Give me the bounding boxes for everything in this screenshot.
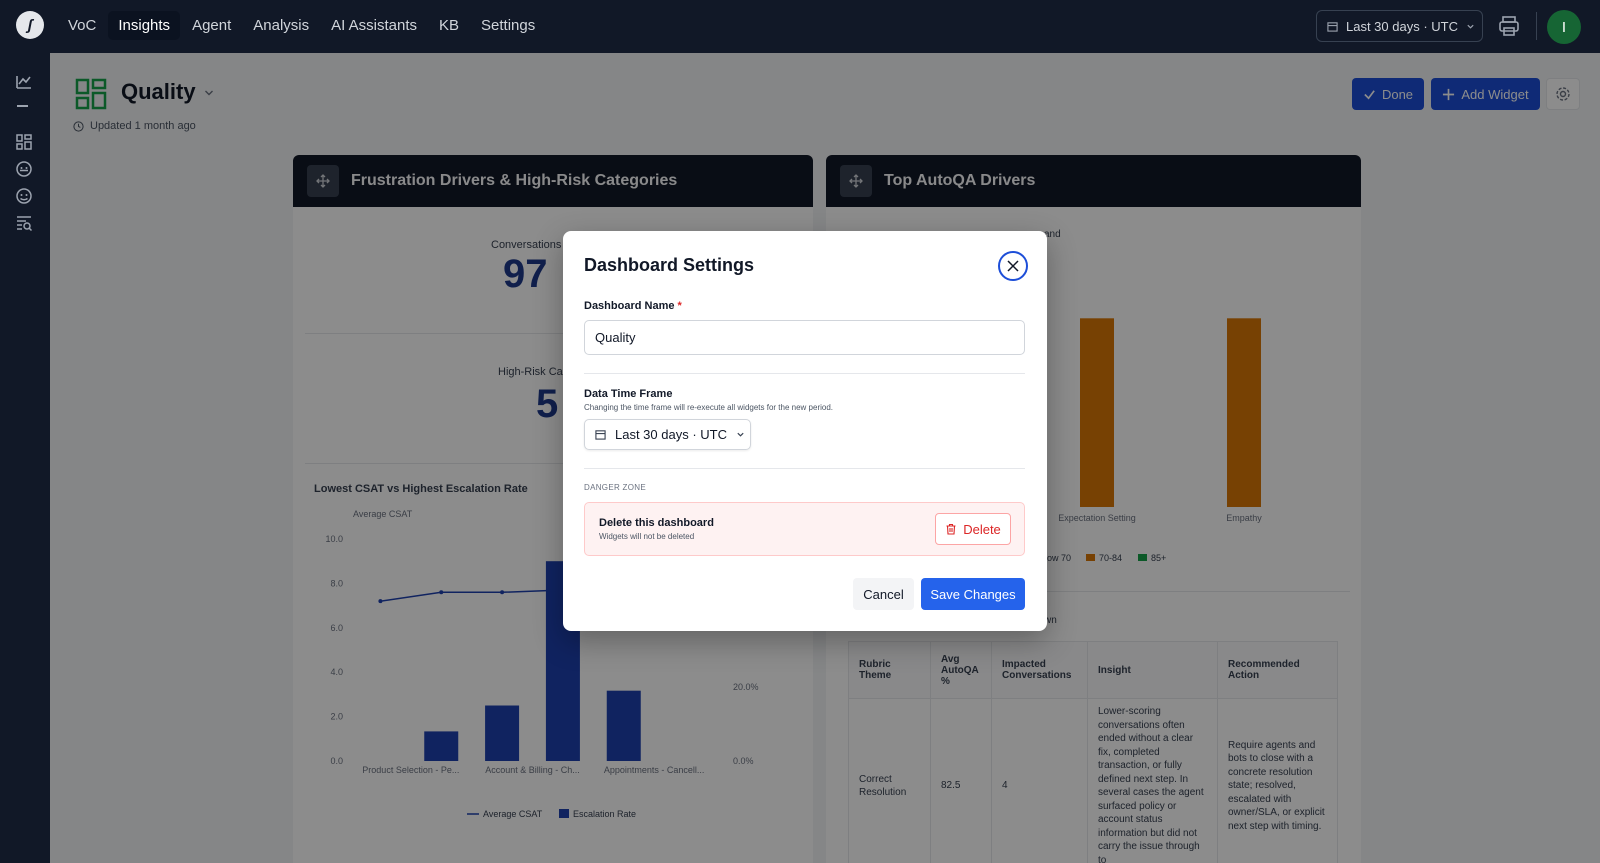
dashboard-name-label: Dashboard Name *: [584, 300, 682, 312]
search-list-icon[interactable]: [14, 213, 34, 233]
required-marker: *: [677, 300, 682, 312]
modal-divider: [584, 468, 1025, 469]
timeframe-help: Changing the time frame will re-execute …: [584, 403, 834, 412]
save-changes-button[interactable]: Save Changes: [921, 578, 1025, 610]
danger-zone: Delete this dashboard Widgets will not b…: [584, 502, 1025, 556]
cancel-button[interactable]: Cancel: [853, 578, 914, 610]
calendar-icon: [595, 430, 606, 440]
sidebar-divider: [17, 105, 28, 107]
delete-button[interactable]: Delete: [935, 513, 1011, 545]
nav-items: VoC Insights Agent Analysis AI Assistant…: [58, 11, 545, 40]
calendar-icon: [1327, 21, 1338, 32]
sidebar: »: [0, 53, 50, 863]
delete-button-label: Delete: [963, 521, 1001, 537]
time-range-label: Last 30 days · UTC: [1346, 18, 1458, 34]
close-button[interactable]: [998, 251, 1028, 281]
nav-item-analysis[interactable]: Analysis: [243, 11, 319, 40]
time-range-select[interactable]: Last 30 days · UTC: [1316, 10, 1483, 42]
app-logo[interactable]: ʃ: [16, 11, 44, 39]
chevron-down-icon: [1467, 24, 1474, 29]
nav-item-kb[interactable]: KB: [429, 11, 469, 40]
nav-item-ai-assistants[interactable]: AI Assistants: [321, 11, 427, 40]
emoji-face-icon[interactable]: [14, 159, 34, 179]
dashboard-grid-icon[interactable]: [14, 132, 34, 152]
nav-item-settings[interactable]: Settings: [471, 11, 545, 40]
dashboard-name-label-text: Dashboard Name: [584, 300, 675, 312]
modal-title: Dashboard Settings: [584, 255, 755, 275]
delete-dashboard-subtitle: Widgets will not be deleted: [599, 532, 695, 541]
nav-item-agent[interactable]: Agent: [182, 11, 241, 40]
trend-chart-icon[interactable]: [14, 72, 34, 92]
modal-divider: [584, 373, 1025, 374]
close-icon: [1007, 260, 1019, 272]
timeframe-label: Data Time Frame: [584, 388, 673, 400]
nav-item-insights[interactable]: Insights: [108, 11, 181, 40]
trash-icon: [946, 523, 956, 535]
delete-dashboard-title: Delete this dashboard: [599, 517, 714, 529]
timeframe-value: Last 30 days · UTC: [615, 427, 727, 442]
danger-zone-label: DANGER ZONE: [584, 483, 646, 492]
nav-item-voc[interactable]: VoC: [58, 11, 106, 40]
print-icon[interactable]: [1497, 14, 1521, 38]
timeframe-select[interactable]: Last 30 days · UTC: [584, 419, 751, 450]
chevron-down-icon: [737, 432, 744, 437]
nav-divider: [1536, 12, 1537, 40]
user-avatar[interactable]: I: [1547, 10, 1581, 44]
dashboard-name-input[interactable]: [584, 320, 1025, 355]
top-nav: ʃ VoC Insights Agent Analysis AI Assista…: [0, 0, 1600, 53]
bot-face-icon[interactable]: [14, 186, 34, 206]
dashboard-settings-modal: Dashboard Settings Dashboard Name * Data…: [563, 231, 1047, 631]
